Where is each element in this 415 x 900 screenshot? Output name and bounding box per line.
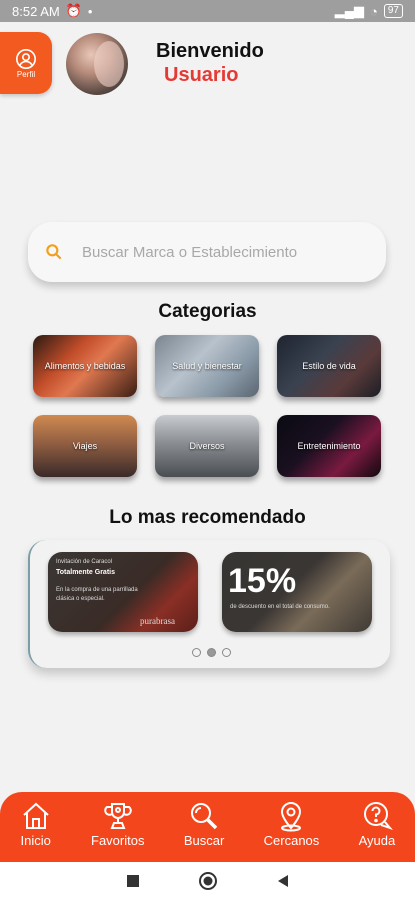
- category-label: Estilo de vida: [302, 361, 356, 371]
- category-viajes[interactable]: Viajes: [33, 415, 137, 477]
- profile-label: Perfil: [16, 69, 36, 79]
- promo-line1: Invitación de Caracol: [56, 559, 113, 565]
- help-chat-icon: [363, 802, 393, 831]
- search-input[interactable]: [80, 242, 364, 262]
- promo-card-purabrasa[interactable]: Invitación de Caracol Totalmente Gratis …: [48, 552, 198, 632]
- bottom-nav: Inicio Favoritos Buscar Cercanos Ayuda: [0, 792, 415, 862]
- nav-ayuda[interactable]: Ayuda: [358, 800, 396, 848]
- nav-inicio[interactable]: Inicio: [20, 800, 52, 848]
- category-label: Viajes: [72, 441, 98, 451]
- nav-favoritos[interactable]: Favoritos: [91, 800, 144, 848]
- nav-label: Inicio: [20, 833, 51, 848]
- status-bar: 8:52 AM ⏰ • ▂▄▆ ◔ 97: [0, 0, 415, 22]
- nav-buscar[interactable]: Buscar: [184, 800, 224, 848]
- search-icon: [46, 244, 62, 260]
- recommended-title: Lo mas recomendado: [109, 507, 306, 528]
- category-estilo[interactable]: Estilo de vida: [277, 335, 381, 397]
- location-pin-icon: [281, 802, 302, 832]
- category-diversos[interactable]: Diversos: [155, 415, 259, 477]
- promo-percent: 15%: [228, 562, 297, 600]
- home-icon: [22, 802, 49, 829]
- home-circle-icon[interactable]: [198, 871, 218, 891]
- nav-label: Favoritos: [91, 833, 145, 848]
- user-name: Usuario: [164, 64, 239, 86]
- pagination-dot[interactable]: [222, 648, 231, 657]
- pagination-dot-active[interactable]: [207, 648, 216, 657]
- category-label: Entretenimiento: [297, 441, 361, 451]
- category-alimentos[interactable]: Alimentos y bebidas: [33, 335, 137, 397]
- welcome-text: Bienvenido: [156, 40, 264, 62]
- alarm-icon: ⏰: [65, 3, 82, 18]
- nav-label: Buscar: [183, 833, 225, 848]
- promo-caption: de descuento en el total de consumo.: [230, 604, 330, 610]
- category-entretenimiento[interactable]: Entretenimiento: [277, 415, 381, 477]
- promo-line3: clásica o especial.: [56, 596, 105, 602]
- nav-cercanos[interactable]: Cercanos: [263, 800, 320, 848]
- search-bar[interactable]: [28, 222, 386, 282]
- carousel-pagination: [192, 648, 231, 657]
- trophy-icon: [104, 803, 132, 829]
- system-nav-bar: [0, 862, 415, 900]
- category-label: Salud y bienestar: [172, 361, 242, 371]
- nav-label: Ayuda: [358, 833, 396, 848]
- category-label: Diversos: [189, 441, 225, 451]
- battery-indicator: 97: [383, 4, 403, 18]
- recents-icon[interactable]: [126, 874, 140, 888]
- categories-title: Categorias: [158, 301, 257, 322]
- avatar[interactable]: [66, 33, 128, 95]
- promo-line2: En la compra de una parrillada: [56, 587, 138, 593]
- back-icon[interactable]: [276, 874, 290, 888]
- wifi-icon: ◔: [370, 3, 378, 19]
- promo-card-discount[interactable]: 15% de descuento en el total de consumo.: [222, 552, 372, 632]
- promo-headline: Totalmente Gratis: [56, 569, 115, 576]
- promo-brand: purabrasa: [140, 616, 175, 626]
- category-label: Alimentos y bebidas: [44, 361, 126, 371]
- profile-button[interactable]: Perfil: [0, 32, 52, 94]
- pagination-dot[interactable]: [192, 648, 201, 657]
- search-icon: [191, 803, 218, 830]
- signal-icon: ▂▄▆: [334, 3, 365, 18]
- recommended-carousel[interactable]: Invitación de Caracol Totalmente Gratis …: [28, 540, 390, 668]
- nav-label: Cercanos: [263, 833, 320, 848]
- user-icon: [16, 48, 36, 69]
- category-salud[interactable]: Salud y bienestar: [155, 335, 259, 397]
- status-time: 8:52 AM: [12, 3, 60, 19]
- notification-icon: •: [87, 3, 93, 19]
